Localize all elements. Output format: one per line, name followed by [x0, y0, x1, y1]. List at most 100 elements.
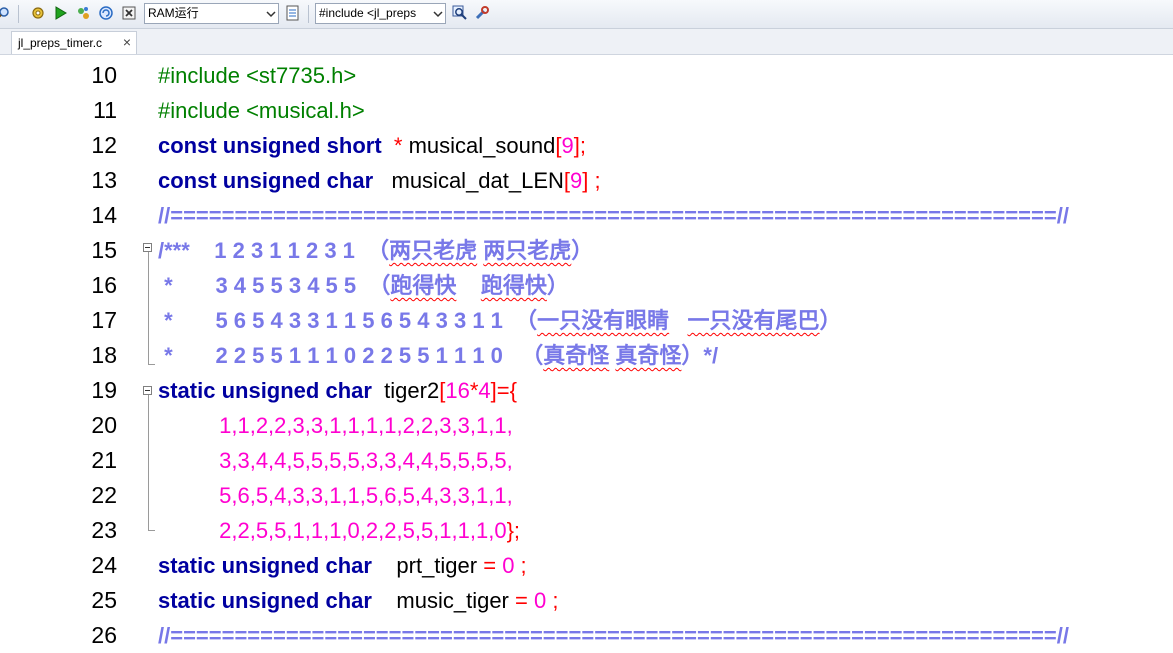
toolbar-separator: [308, 5, 309, 23]
code-token: * 2 2 5 5 1 1 1 0 2 2 5 5 1 1 1 0 （: [158, 343, 544, 368]
code-token: 真奇怪: [543, 343, 610, 368]
options-document-icon[interactable]: [284, 4, 302, 22]
code-token: 两只老虎: [389, 238, 478, 263]
code-token: #include <st7735.h>: [158, 63, 357, 88]
line-number: 25: [91, 587, 117, 613]
fold-collapse-icon[interactable]: [143, 243, 152, 252]
code-line[interactable]: const unsigned short * musical_sound[9];: [158, 128, 586, 163]
code-token: music_tiger: [378, 588, 515, 613]
line-number-margin: 10 11 12 13 14 15 16 17 18 19 20 21 22 23 24 25 26: [14, 55, 134, 653]
build-gear-icon[interactable]: [29, 4, 47, 22]
tab-jl-preps-timer[interactable]: jl_preps_timer.c ×: [11, 31, 137, 54]
code-line[interactable]: * 3 4 5 5 3 4 5 5 （跑得快 跑得快）: [158, 268, 569, 303]
code-token: static unsigned char: [158, 588, 379, 613]
search-icon[interactable]: [0, 4, 12, 22]
code-token: ）*/: [681, 343, 719, 368]
fold-guide: [148, 252, 149, 364]
code-token: 4: [478, 378, 491, 403]
fold-collapse-icon[interactable]: [143, 386, 152, 395]
close-icon[interactable]: ×: [123, 34, 131, 50]
build-target-value: RAM运行: [148, 6, 199, 20]
code-line[interactable]: * 2 2 5 5 1 1 1 0 2 2 5 5 1 1 1 0 （真奇怪 真…: [158, 338, 718, 373]
code-token: tiger2: [378, 378, 440, 403]
code-token: ]={: [490, 378, 517, 403]
fold-guide-end: [148, 530, 155, 531]
code-token: ];: [573, 133, 586, 158]
code-token: #include <musical.h>: [158, 98, 365, 123]
code-line[interactable]: static unsigned char prt_tiger = 0 ;: [158, 548, 527, 583]
code-token: prt_tiger: [378, 553, 484, 578]
tools-wrench-icon[interactable]: [473, 4, 491, 22]
code-token: 9: [570, 168, 583, 193]
include-file-value: #include <jl_preps: [319, 6, 417, 20]
code-line[interactable]: 2,2,5,5,1,1,1,0,2,2,5,5,1,1,1,0};: [158, 513, 520, 548]
code-token: 跑得快: [480, 273, 547, 298]
toolbar-separator: [18, 5, 19, 23]
line-number: 11: [93, 97, 117, 123]
code-token: 16: [445, 378, 470, 403]
code-editor[interactable]: 10 11 12 13 14 15 16 17 18 19 20 21 22 23 24 25 26 #incl…: [0, 55, 1173, 653]
code-token: =: [483, 553, 503, 578]
debug-step-icon[interactable]: [74, 4, 92, 22]
code-line[interactable]: 5,6,5,4,3,3,1,1,5,6,5,4,3,3,1,1,: [158, 478, 513, 513]
editor-tab-bar: jl_preps_timer.c ×: [0, 29, 1173, 55]
build-target-select[interactable]: RAM运行: [144, 3, 279, 24]
code-token: //======================================…: [158, 623, 1069, 648]
line-number: 18: [91, 342, 117, 368]
code-token: };: [506, 518, 521, 543]
code-line[interactable]: //======================================…: [158, 198, 1069, 233]
bookmark-margin[interactable]: [0, 55, 15, 653]
line-number: 13: [91, 167, 117, 193]
code-token: 两只老虎: [483, 238, 572, 263]
line-number: 10: [91, 62, 117, 88]
code-text-area[interactable]: #include <st7735.h> #include <musical.h> c…: [158, 55, 1168, 653]
code-token: 0: [533, 588, 547, 613]
code-line[interactable]: 3,3,4,4,5,5,5,5,3,3,4,4,5,5,5,5,: [158, 443, 513, 478]
stop-close-icon[interactable]: [120, 4, 138, 22]
code-token: * 3 4 5 5 3 4 5 5 （: [158, 273, 391, 298]
code-line[interactable]: 1,1,2,2,3,3,1,1,1,1,2,2,3,3,1,1,: [158, 408, 513, 443]
code-token: static unsigned char: [158, 378, 379, 403]
line-number: 22: [91, 482, 117, 508]
code-token: ;: [546, 588, 559, 613]
line-number: 20: [91, 412, 117, 438]
line-number: 17: [91, 307, 117, 333]
line-number: 15: [91, 237, 117, 263]
code-token: /*** 1 2 3 1 1 2 3 1 （: [158, 238, 390, 263]
code-line[interactable]: static unsigned char music_tiger = 0 ;: [158, 583, 558, 618]
code-token: 真奇怪: [615, 343, 682, 368]
code-token: =: [515, 588, 534, 613]
code-line[interactable]: * 5 6 5 4 3 3 1 1 5 6 5 4 3 3 1 1 （一只没有眼…: [158, 303, 841, 338]
line-number: 21: [91, 447, 117, 473]
find-magnifier-icon[interactable]: [451, 4, 469, 22]
code-token: ）: [546, 273, 569, 298]
code-token: 1,1,2,2,3,3,1,1,1,1,2,2,3,3,1,1,: [158, 413, 513, 438]
chevron-down-icon: [266, 11, 276, 18]
code-token: ] ;: [582, 168, 601, 193]
code-token: const unsigned short: [158, 133, 388, 158]
code-line[interactable]: //======================================…: [158, 618, 1069, 653]
run-play-icon[interactable]: [51, 4, 69, 22]
code-token: 跑得快: [390, 273, 457, 298]
line-number: 14: [91, 202, 117, 228]
refresh-icon[interactable]: [97, 4, 115, 22]
code-line[interactable]: #include <musical.h>: [158, 93, 365, 128]
code-line[interactable]: #include <st7735.h>: [158, 58, 356, 93]
line-number: 23: [91, 517, 117, 543]
include-file-select[interactable]: #include <jl_preps: [315, 3, 446, 24]
line-number: 26: [91, 622, 117, 648]
chevron-down-icon: [433, 11, 443, 18]
code-token: *: [387, 133, 409, 158]
code-token: static unsigned char: [158, 553, 379, 578]
code-token: 0: [502, 553, 515, 578]
code-line[interactable]: /*** 1 2 3 1 1 2 3 1 （两只老虎 两只老虎）: [158, 233, 593, 268]
code-token: ;: [514, 553, 527, 578]
code-token: 2,2,5,5,1,1,1,0,2,2,5,5,1,1,1,0: [158, 518, 507, 543]
code-token: * 5 6 5 4 3 3 1 1 5 6 5 4 3 3 1 1 （: [158, 308, 538, 333]
code-token: 3,3,4,4,5,5,5,5,3,3,4,4,5,5,5,5,: [158, 448, 513, 473]
code-line[interactable]: static unsigned char tiger2[16*4]={: [158, 373, 517, 408]
code-line[interactable]: const unsigned char musical_dat_LEN[9] ;: [158, 163, 601, 198]
toolbar: RAM运行 #include <jl_preps: [0, 0, 1173, 29]
